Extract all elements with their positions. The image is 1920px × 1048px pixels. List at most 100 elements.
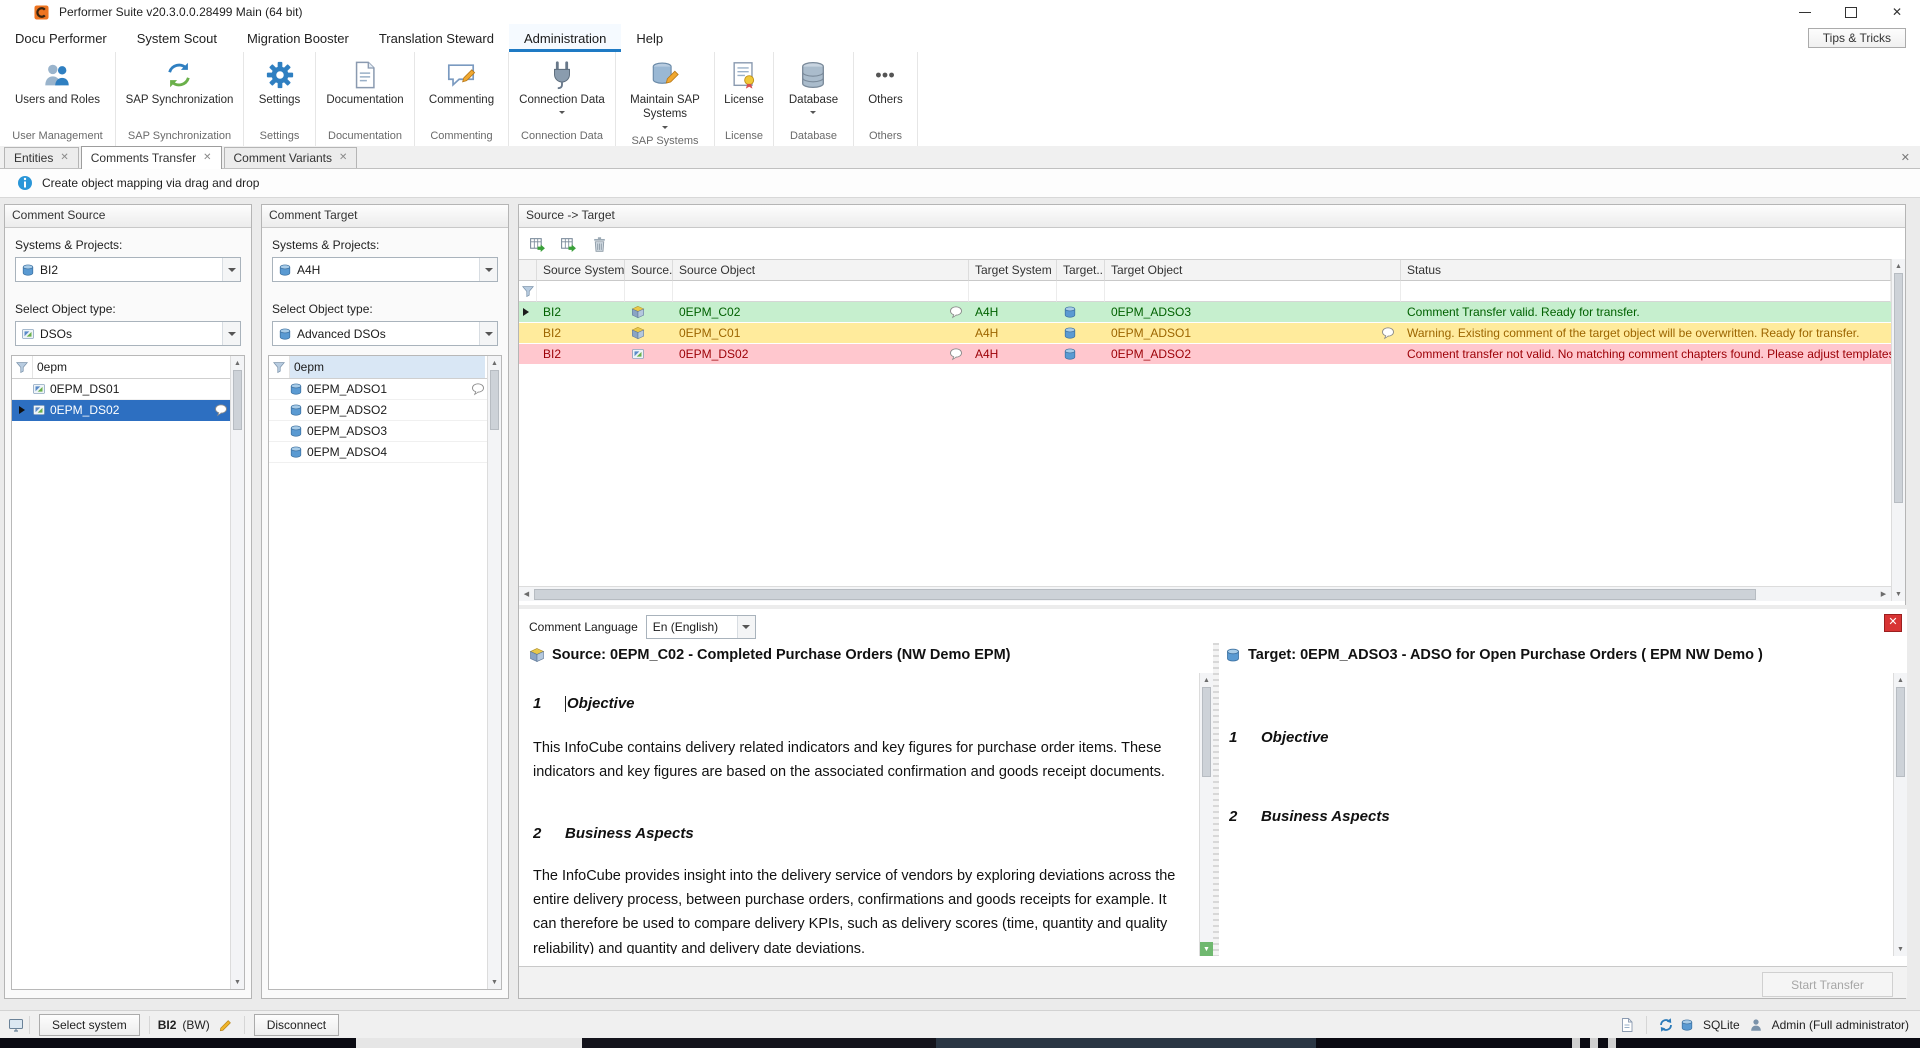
vertical-scrollbar[interactable]: ▲ ▼ xyxy=(230,356,244,989)
database-button[interactable]: Database xyxy=(785,58,842,119)
list-item-0epm-adso3[interactable]: 0EPM_ADSO3 xyxy=(269,421,501,442)
list-item-0epm-ds01[interactable]: 0EPM_DS01 xyxy=(12,379,244,400)
target-object-type-select[interactable]: Advanced DSOs xyxy=(272,321,498,346)
source-object-list: 0epm 0EPM_DS01 0EPM_DS02 ▲ ▼ xyxy=(11,355,245,990)
column-header-target-system[interactable]: Target System xyxy=(969,260,1057,281)
mapping-row-valid[interactable]: BI2 0EPM_C02 A4H 0EPM_ADSO3 Comment Tran… xyxy=(519,302,1891,323)
taskbar-window-segment xyxy=(936,1038,1316,1048)
scroll-down-icon[interactable]: ▼ xyxy=(1892,587,1905,601)
section-body: This InfoCube contains delivery related … xyxy=(533,736,1193,785)
mapping-grid: Source System Source... Source Object Ta… xyxy=(519,259,1891,587)
filter-row[interactable]: 0epm xyxy=(12,356,244,379)
source-object-type-select[interactable]: DSOs xyxy=(15,321,241,346)
vertical-scrollbar[interactable]: ▲ ▼ xyxy=(487,356,501,989)
menu-translation-steward[interactable]: Translation Steward xyxy=(364,24,509,52)
start-transfer-button[interactable]: Start Transfer xyxy=(1762,972,1893,997)
users-and-roles-button[interactable]: Users and Roles xyxy=(11,58,104,109)
scroll-right-icon[interactable]: ▶ xyxy=(1876,587,1891,601)
tab-comments-transfer[interactable]: Comments Transfer✕ xyxy=(81,146,222,169)
column-header-source-type[interactable]: Source... xyxy=(625,260,673,281)
systems-projects-label: Systems & Projects: xyxy=(15,238,122,252)
tab-close-icon[interactable]: ✕ xyxy=(60,153,68,163)
ribbon-group-label: User Management xyxy=(0,129,115,146)
list-item-0epm-adso2[interactable]: 0EPM_ADSO2 xyxy=(269,400,501,421)
transfer-all-icon xyxy=(560,236,577,253)
tabstrip-close-icon[interactable]: ✕ xyxy=(1901,151,1910,164)
scroll-up-icon[interactable]: ▲ xyxy=(1894,673,1907,687)
mapping-row-warning[interactable]: BI2 0EPM_C01 A4H 0EPM_ADSO1 Warning. Exi… xyxy=(519,323,1891,344)
database-small-icon xyxy=(278,263,292,277)
grid-vertical-scrollbar[interactable]: ▲ ▼ xyxy=(1891,259,1905,601)
filter-row[interactable]: 0epm xyxy=(269,356,501,379)
tab-close-icon[interactable]: ✕ xyxy=(339,153,347,163)
ribbon-group-others: Others Others xyxy=(854,52,918,146)
scroll-up-icon[interactable]: ▲ xyxy=(1892,259,1905,273)
others-button[interactable]: Others xyxy=(864,58,907,109)
source-comment-editor[interactable]: 1 Objective This InfoCube contains deliv… xyxy=(533,677,1193,954)
disconnect-button[interactable]: Disconnect xyxy=(254,1014,339,1036)
select-system-button[interactable]: Select system xyxy=(39,1014,140,1036)
delete-mapping-button[interactable] xyxy=(587,232,611,256)
refresh-icon[interactable] xyxy=(1658,1017,1674,1033)
column-header-source-system[interactable]: Source System xyxy=(537,260,625,281)
windows-taskbar[interactable] xyxy=(0,1038,1920,1048)
scroll-down-icon[interactable]: ▼ xyxy=(1894,942,1907,956)
menu-docu-performer[interactable]: Docu Performer xyxy=(0,24,122,52)
source-object-cell: 0EPM_DS02 xyxy=(679,347,748,361)
close-button[interactable]: ✕ xyxy=(1874,0,1920,24)
scroll-down-icon[interactable]: ▼ xyxy=(231,975,244,989)
column-header-status[interactable]: Status xyxy=(1401,260,1891,281)
scroll-up-icon[interactable]: ▲ xyxy=(1200,673,1213,687)
maintain-sap-systems-button[interactable]: Maintain SAP Systems xyxy=(616,58,714,134)
list-item-0epm-adso1[interactable]: 0EPM_ADSO1 xyxy=(269,379,501,400)
scroll-up-icon[interactable]: ▲ xyxy=(231,356,244,370)
info-bar: Create object mapping via drag and drop xyxy=(0,169,1920,198)
minimize-button[interactable] xyxy=(1782,0,1828,24)
source-object-cell: 0EPM_C01 xyxy=(679,326,740,340)
column-header-target-object[interactable]: Target Object xyxy=(1105,260,1401,281)
license-button[interactable]: License xyxy=(720,58,768,109)
scroll-down-icon[interactable]: ▼ xyxy=(1200,942,1213,956)
sap-synchronization-button[interactable]: SAP Synchronization xyxy=(122,58,238,109)
menu-system-scout[interactable]: System Scout xyxy=(122,24,232,52)
chevron-down-icon xyxy=(479,322,497,345)
pencil-icon[interactable] xyxy=(219,1018,233,1032)
tab-close-icon[interactable]: ✕ xyxy=(203,153,211,163)
column-header-target-type[interactable]: Target... xyxy=(1057,260,1105,281)
connection-data-button[interactable]: Connection Data xyxy=(515,58,609,119)
vertical-scrollbar[interactable]: ▲ ▼ xyxy=(1893,673,1907,956)
menu-administration[interactable]: Administration xyxy=(509,24,621,52)
filter-input[interactable]: 0epm xyxy=(289,356,485,378)
close-preview-button[interactable]: ✕ xyxy=(1884,614,1902,632)
list-item-0epm-adso4[interactable]: 0EPM_ADSO4 xyxy=(269,442,501,463)
transfer-all-button[interactable] xyxy=(556,232,580,256)
menu-migration-booster[interactable]: Migration Booster xyxy=(232,24,364,52)
commenting-button[interactable]: Commenting xyxy=(425,58,498,109)
tab-entities[interactable]: Entities✕ xyxy=(4,147,79,168)
scroll-up-icon[interactable]: ▲ xyxy=(488,356,501,370)
settings-button[interactable]: Settings xyxy=(255,58,305,109)
tips-and-tricks-button[interactable]: Tips & Tricks xyxy=(1808,28,1906,48)
transfer-selected-button[interactable] xyxy=(525,232,549,256)
tab-comment-variants[interactable]: Comment Variants✕ xyxy=(224,147,358,168)
menu-help[interactable]: Help xyxy=(621,24,678,52)
documentation-button[interactable]: Documentation xyxy=(322,58,407,109)
scroll-down-icon[interactable]: ▼ xyxy=(488,975,501,989)
column-header-source-object[interactable]: Source Object xyxy=(673,260,969,281)
grid-filter-row[interactable] xyxy=(519,281,1891,302)
target-system-select[interactable]: A4H xyxy=(272,257,498,282)
maximize-button[interactable] xyxy=(1828,0,1874,24)
computer-icon xyxy=(8,1017,24,1033)
horizontal-scrollbar[interactable]: ◀ ▶ xyxy=(519,586,1891,601)
filter-input[interactable]: 0epm xyxy=(32,356,228,378)
ribbon-group-label: License xyxy=(715,129,773,146)
source-system-select[interactable]: BI2 xyxy=(15,257,241,282)
mapping-row-invalid[interactable]: BI2 0EPM_DS02 A4H 0EPM_ADSO2 Comment tra… xyxy=(519,344,1891,365)
list-item-0epm-ds02[interactable]: 0EPM_DS02 xyxy=(12,400,244,421)
scroll-left-icon[interactable]: ◀ xyxy=(519,587,534,601)
vertical-scrollbar[interactable]: ▲ ▼ xyxy=(1199,673,1213,956)
target-comment-editor[interactable]: 1 Objective 2 Business Aspects xyxy=(1229,677,1887,954)
comment-language-select[interactable]: En (English) xyxy=(646,615,756,639)
adso-icon xyxy=(1063,326,1077,340)
report-icon[interactable] xyxy=(1619,1017,1635,1033)
